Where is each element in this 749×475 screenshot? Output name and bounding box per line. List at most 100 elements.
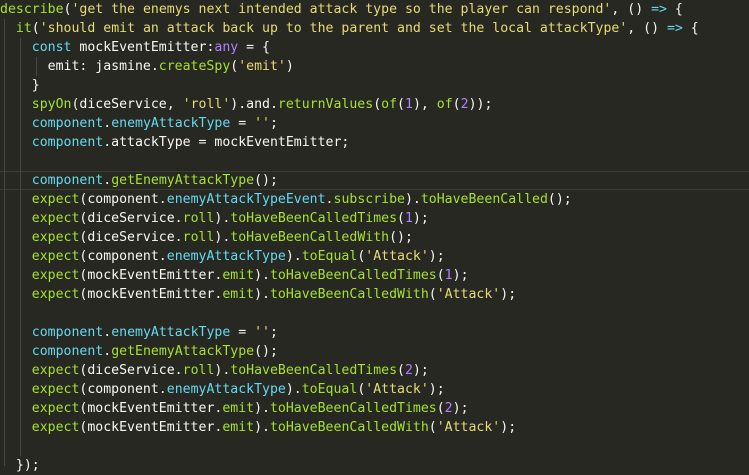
code-token: ); — [452, 268, 469, 283]
code-token: roll — [182, 211, 215, 226]
code-token: '' — [254, 116, 270, 131]
code-token: 2 — [444, 401, 453, 416]
code-token: ); — [500, 420, 517, 435]
code-token: 1 — [404, 211, 413, 226]
code-line[interactable]: expect(mockEventEmitter.emit).toHaveBeen… — [0, 418, 516, 437]
code-line[interactable]: it('should emit an attack back up to the… — [0, 19, 699, 38]
code-token: (mockEventEmitter. — [79, 287, 223, 302]
code-line[interactable]: describe('get the enemys next intended a… — [0, 0, 683, 19]
code-token: enemyAttackType — [166, 249, 286, 264]
code-line[interactable]: component.attackType = mockEventEmitter; — [0, 133, 350, 152]
code-token: 'Attack' — [365, 382, 429, 397]
code-token: expect — [31, 382, 80, 397]
code-token: expect — [31, 249, 80, 264]
code-token: (mockEventEmitter. — [79, 401, 223, 416]
code-line[interactable]: component.enemyAttackType = ''; — [0, 323, 278, 342]
code-token: 'get the enemys next intended attack typ… — [71, 2, 612, 17]
code-token: (component. — [79, 249, 167, 264]
code-token: (); — [254, 344, 278, 359]
code-token: 2 — [404, 363, 413, 378]
code-token: getEnemyAttackType — [111, 173, 255, 188]
code-token: expect — [31, 211, 80, 226]
code-token: describe — [0, 2, 64, 17]
code-token: (diceService, — [71, 97, 183, 112]
code-token: (component. — [79, 192, 167, 207]
code-token: . — [103, 325, 112, 340]
code-token: emit — [222, 420, 255, 435]
code-token: ); — [428, 382, 445, 397]
code-line[interactable]: component.enemyAttackType = ''; — [0, 114, 278, 133]
code-line[interactable]: } — [0, 76, 40, 95]
code-token: (component. — [79, 382, 167, 397]
code-line[interactable]: expect(diceService.roll).toHaveBeenCalle… — [0, 209, 429, 228]
code-token: enemyAttackType — [111, 116, 231, 131]
code-token: ( — [397, 363, 405, 378]
code-token: ); — [412, 211, 429, 226]
code-token: toHaveBeenCalledWith — [269, 287, 429, 302]
code-token: , () — [627, 21, 667, 36]
code-token: expect — [31, 230, 80, 245]
code-token: expect — [31, 401, 80, 416]
code-token: component — [31, 135, 104, 150]
code-token: } — [0, 78, 40, 93]
code-token: enemyAttackTypeEvent — [166, 192, 326, 207]
code-token: (diceService. — [79, 230, 183, 245]
code-line[interactable]: component.getEnemyAttackType(); — [0, 171, 278, 190]
code-line[interactable]: expect(component.enemyAttackType).toEqua… — [0, 247, 445, 266]
code-token: ); — [412, 363, 429, 378]
code-token: ). — [214, 211, 231, 226]
code-line[interactable]: expect(component.enemyAttackType).toEqua… — [0, 380, 445, 399]
code-token: expect — [31, 363, 80, 378]
code-line[interactable]: const mockEventEmitter:any = { — [0, 38, 270, 57]
code-line[interactable]: expect(diceService.roll).toHaveBeenCalle… — [0, 228, 413, 247]
code-token: = — [230, 325, 255, 340]
code-token: ). — [254, 401, 270, 416]
code-token: { — [682, 21, 699, 36]
code-line[interactable]: component.getEnemyAttackType(); — [0, 342, 278, 361]
code-line[interactable]: spyOn(diceService, 'roll').and.returnVal… — [0, 95, 493, 114]
code-token: => — [666, 21, 683, 36]
code-line[interactable]: expect(mockEventEmitter.emit).toHaveBeen… — [0, 266, 469, 285]
code-editor[interactable]: describe ( 'get the enemys next intended a… — [0, 0, 749, 474]
code-token: ). — [254, 268, 270, 283]
code-token: roll — [182, 363, 215, 378]
code-token: ).and. — [230, 97, 278, 112]
code-token: . — [103, 344, 112, 359]
code-token: expect — [31, 420, 80, 435]
code-token: ). — [214, 230, 231, 245]
code-token: of — [381, 97, 398, 112]
code-token: . — [325, 192, 334, 207]
code-token: ), — [412, 97, 437, 112]
code-token: ). — [404, 192, 421, 207]
code-line[interactable]: expect(mockEventEmitter.emit).toHaveBeen… — [0, 285, 516, 304]
code-token: const — [31, 40, 72, 55]
code-token: (mockEventEmitter. — [79, 268, 223, 283]
code-line[interactable]: }); — [0, 456, 40, 475]
code-token: ( — [436, 401, 445, 416]
code-token: ). — [254, 287, 270, 302]
code-line[interactable]: emit: jasmine.createSpy('emit') — [0, 57, 294, 76]
code-token: toHaveBeenCalledTimes — [269, 401, 437, 416]
code-token: 'Attack' — [436, 420, 501, 435]
code-token: ); — [452, 401, 469, 416]
code-token: ( — [397, 97, 405, 112]
code-token: ( — [373, 97, 382, 112]
code-token: expect — [31, 192, 80, 207]
code-token: }); — [0, 458, 40, 473]
code-token: ); — [428, 249, 445, 264]
code-line[interactable]: expect(component.enemyAttackTypeEvent.su… — [0, 190, 572, 209]
code-token: expect — [31, 287, 80, 302]
code-line[interactable]: expect(diceService.roll).toHaveBeenCalle… — [0, 361, 429, 380]
code-line[interactable]: expect(mockEventEmitter.emit).toHaveBeen… — [0, 399, 469, 418]
code-token: ; — [270, 116, 278, 131]
